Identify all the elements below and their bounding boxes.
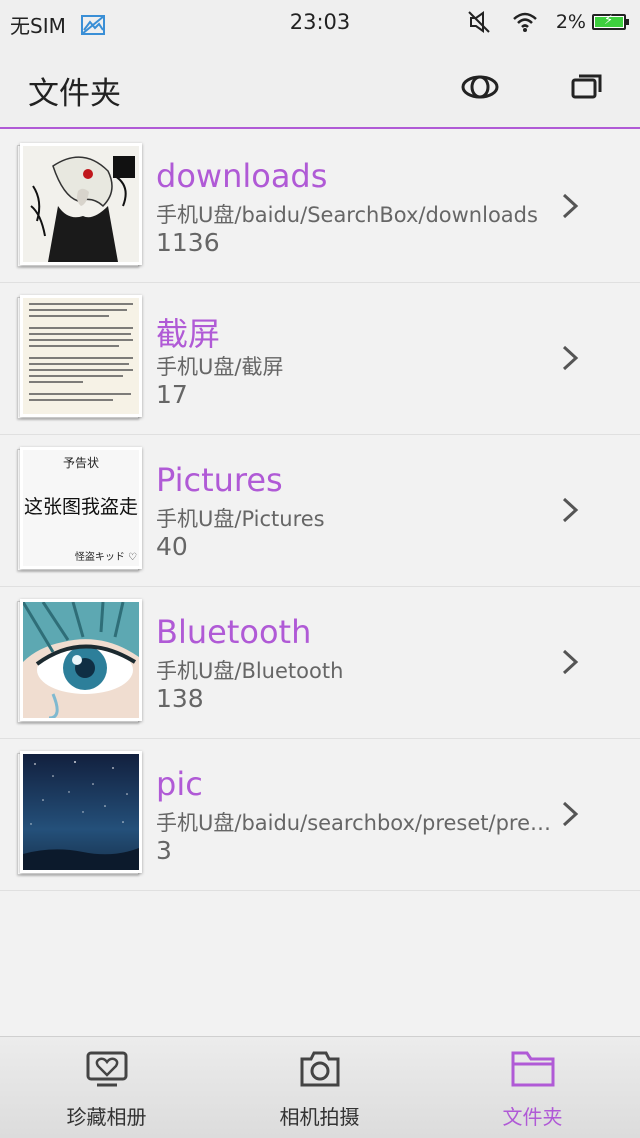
nav-label: 珍藏相册 [66,1105,147,1129]
folder-name: Pictures [156,461,283,499]
nav-folders[interactable]: 文件夹 [426,1037,639,1138]
heart-album-icon [86,1051,127,1087]
chevron-right-icon [562,649,579,675]
camera-icon [300,1051,339,1087]
nav-camera[interactable]: 相机拍摄 [213,1037,426,1138]
folder-item-pic[interactable]: pic 手机U盘/baidu/searchbox/preset/pre… 3 [0,739,640,891]
battery-icon: ⚡ [592,13,629,30]
nav-label: 相机拍摄 [279,1105,360,1129]
folder-thumbnail [17,295,143,419]
chevron-right-icon [562,345,579,371]
folder-path: 手机U盘/Bluetooth [156,659,344,683]
folder-name: 截屏 [156,315,221,353]
folder-name: Bluetooth [156,613,312,651]
folder-count: 138 [156,684,204,713]
battery-percentage: 2% [555,11,586,33]
folder-item-bluetooth[interactable]: Bluetooth 手机U盘/Bluetooth 138 [0,587,640,739]
folder-count: 3 [156,836,172,865]
title-bar: 文件夹 [0,46,640,129]
folder-thumbnail [17,599,143,723]
folder-name: downloads [156,157,328,195]
folder-count: 40 [156,532,188,561]
folder-path: 手机U盘/Pictures [156,507,325,531]
folder-thumbnail [17,143,143,267]
folder-path: 手机U盘/baidu/SearchBox/downloads [156,203,538,227]
folder-count: 17 [156,380,188,409]
multi-window-icon[interactable] [570,72,604,102]
chevron-right-icon [562,801,579,827]
thumbnail-main-text: 这张图我盗走 [23,496,138,518]
folder-item-screenshots[interactable]: 截屏 手机U盘/截屏 17 [0,283,640,435]
folder-thumbnail: 予告状 这张图我盗走 怪盗キッド ♡ [17,447,143,571]
folder-item-downloads[interactable]: downloads 手机U盘/baidu/SearchBox/downloads… [0,131,640,283]
folder-list: downloads 手机U盘/baidu/SearchBox/downloads… [0,131,640,891]
wifi-icon [513,12,537,32]
folder-count: 1136 [156,228,220,257]
status-bar: 无SIM 23:03 2% ⚡ [0,0,640,46]
page-title: 文件夹 [28,76,121,112]
nav-label: 文件夹 [502,1105,563,1129]
folder-path: 手机U盘/baidu/searchbox/preset/pre… [156,811,551,835]
eye-icon[interactable] [460,72,500,102]
folder-name: pic [156,765,203,803]
thumbnail-sign: 怪盗キッド ♡ [74,552,137,563]
folder-icon [511,1051,554,1087]
chevron-right-icon [562,193,579,219]
chevron-right-icon [562,497,579,523]
folder-thumbnail [17,751,143,875]
folder-item-pictures[interactable]: 予告状 这张图我盗走 怪盗キッド ♡ Pictures 手机U盘/Picture… [0,435,640,587]
nav-favorites[interactable]: 珍藏相册 [0,1037,213,1138]
bottom-nav: 珍藏相册 相机拍摄 文件夹 [0,1036,640,1138]
folder-path: 手机U盘/截屏 [156,355,284,379]
mute-icon [468,11,490,33]
thumbnail-title: 予告状 [62,456,99,470]
